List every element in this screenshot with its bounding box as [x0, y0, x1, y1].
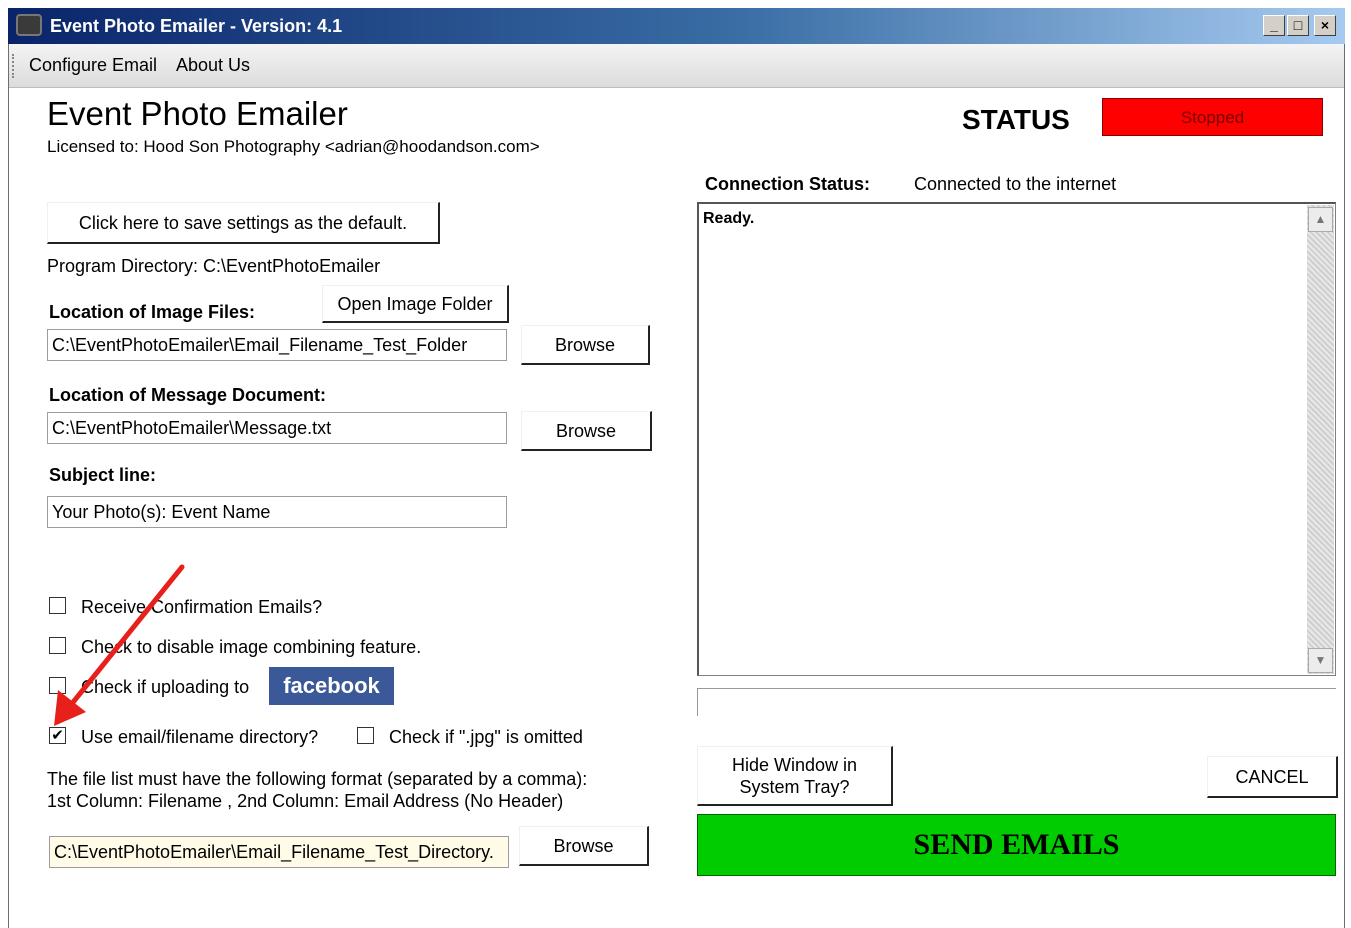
- annotation-arrow-icon: [54, 564, 185, 726]
